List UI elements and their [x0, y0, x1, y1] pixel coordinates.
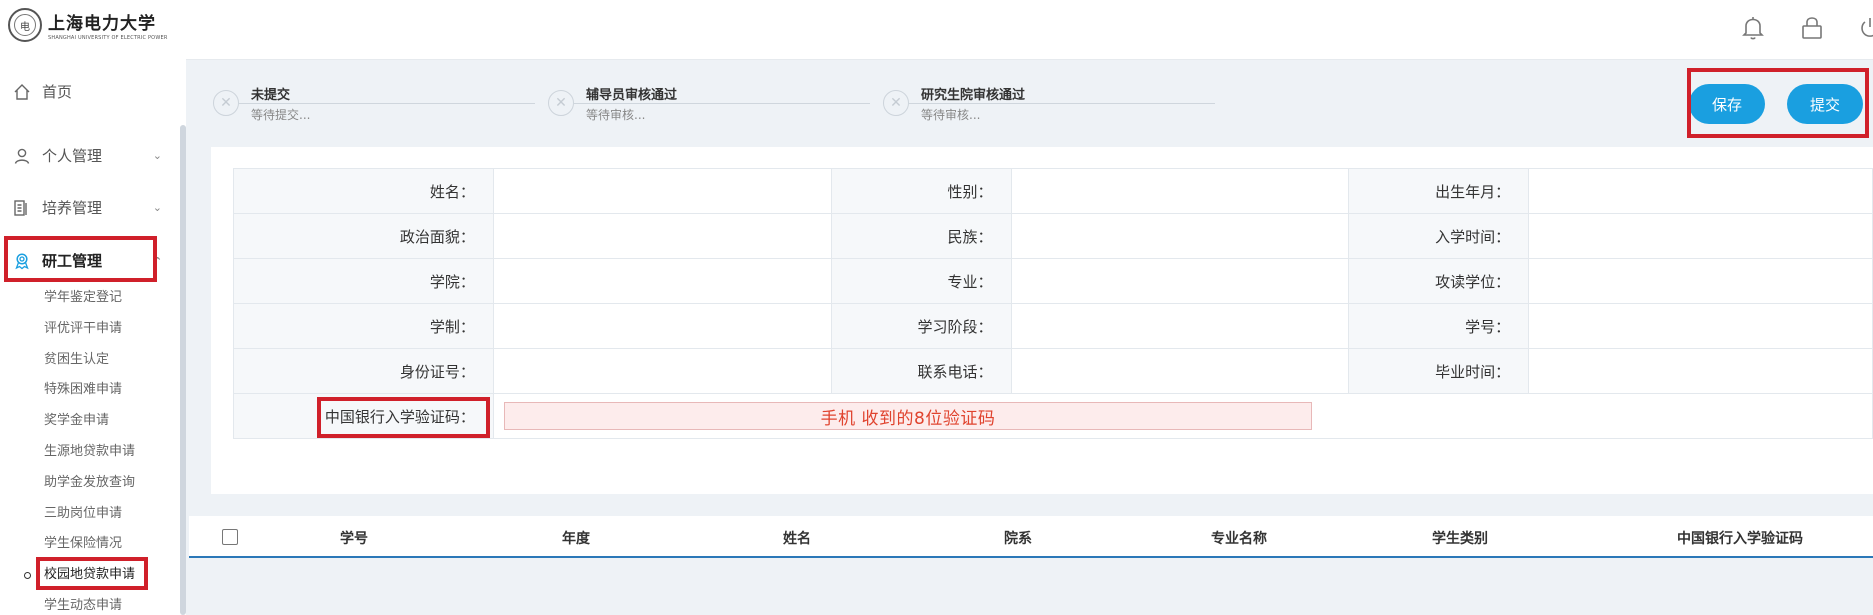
submenu-item[interactable]: 贫困生认定 [44, 350, 135, 381]
submenu-item[interactable]: 特殊困难申请 [44, 380, 135, 411]
step-connector [239, 103, 535, 104]
field-label: 性别： [830, 168, 1012, 214]
step-connector [574, 103, 870, 104]
university-name: 上海电力大学 [48, 14, 156, 34]
birth-date-field[interactable] [1528, 168, 1873, 214]
sidebar: 电 上海电力大学 SHANGHAI UNIVERSITY OF ELECTRIC… [0, 0, 186, 615]
nav-home[interactable]: 首页 [12, 81, 162, 102]
university-seal-icon: 电 [8, 8, 42, 42]
college-field[interactable] [492, 258, 832, 304]
column-header[interactable]: 姓名 [783, 528, 811, 548]
program-length-field[interactable] [492, 303, 832, 349]
submenu-item[interactable]: 奖学金申请 [44, 411, 135, 442]
submenu-item[interactable]: 助学金发放查询 [44, 473, 135, 504]
university-name-en: SHANGHAI UNIVERSITY OF ELECTRIC POWER [48, 35, 168, 41]
university-logo[interactable]: 电 上海电力大学 SHANGHAI UNIVERSITY OF ELECTRIC… [8, 8, 168, 42]
field-label: 民族： [830, 213, 1012, 259]
book-icon [12, 198, 32, 218]
step-status: 等待提交... [251, 108, 311, 122]
field-label: 出生年月： [1348, 168, 1530, 214]
study-stage-field[interactable] [1010, 303, 1350, 349]
user-icon [12, 146, 32, 166]
nav-personal-label: 个人管理 [42, 147, 103, 165]
field-label: 学习阶段： [830, 303, 1012, 349]
approval-workflow: ✕ 未提交 等待提交... ✕ 辅导员审核通过 等待审核... ✕ 研究生院审核… [186, 62, 1873, 145]
column-header[interactable]: 院系 [1004, 528, 1032, 548]
degree-field[interactable] [1528, 258, 1873, 304]
top-header [186, 0, 1873, 60]
home-icon [12, 82, 32, 102]
step-status: 等待审核... [921, 108, 981, 122]
close-circle-icon: ✕ [883, 90, 909, 116]
highlight-box-verify-label [317, 397, 490, 438]
chevron-down-icon: ⌄ [152, 201, 162, 214]
nav-personal[interactable]: 个人管理 ⌄ [12, 145, 162, 166]
bell-icon[interactable] [1739, 14, 1767, 42]
form-row: 学制： 学习阶段： 学号： [233, 303, 1873, 349]
name-field[interactable] [492, 168, 832, 214]
form-row: 政治面貌： 民族： 入学时间： [233, 213, 1873, 259]
form-row: 学院： 专业： 攻读学位： [233, 258, 1873, 304]
column-header[interactable]: 学号 [340, 528, 368, 548]
field-label: 姓名： [233, 168, 494, 214]
phone-field[interactable] [1010, 348, 1350, 394]
field-label: 入学时间： [1348, 213, 1530, 259]
field-label: 政治面貌： [233, 213, 494, 259]
field-label: 专业： [830, 258, 1012, 304]
field-label: 学制： [233, 303, 494, 349]
list-header: 学号 年度 姓名 院系 专业名称 学生类别 中国银行入学验证码 [189, 516, 1873, 558]
nav-training[interactable]: 培养管理 ⌄ [12, 197, 162, 218]
highlight-box-actions [1687, 68, 1869, 138]
form-row: 姓名： 性别： 出生年月： [233, 168, 1873, 214]
field-label: 学号： [1348, 303, 1530, 349]
submenu-item[interactable]: 学生动态申请 [44, 596, 135, 615]
column-header[interactable]: 学生类别 [1432, 528, 1488, 548]
column-header[interactable]: 专业名称 [1211, 528, 1267, 548]
chevron-down-icon: ⌄ [152, 149, 162, 162]
step-status: 等待审核... [586, 108, 646, 122]
field-label: 联系电话： [830, 348, 1012, 394]
gender-field[interactable] [1010, 168, 1350, 214]
column-header[interactable]: 年度 [562, 528, 590, 548]
highlight-box-nav [4, 236, 157, 282]
select-all-checkbox[interactable] [222, 529, 238, 545]
id-card-field[interactable] [492, 348, 832, 394]
field-label: 身份证号： [233, 348, 494, 394]
application-list: 学号 年度 姓名 院系 专业名称 学生类别 中国银行入学验证码 [189, 516, 1873, 615]
form-row: 身份证号： 联系电话： 毕业时间： [233, 348, 1873, 394]
sidebar-scrollbar[interactable] [180, 125, 186, 615]
field-label: 毕业时间： [1348, 348, 1530, 394]
submenu-item[interactable]: 评优评干申请 [44, 319, 135, 350]
column-header[interactable]: 中国银行入学验证码 [1677, 528, 1803, 548]
submenu-item[interactable]: 生源地贷款申请 [44, 442, 135, 473]
submenu-item[interactable]: 三助岗位申请 [44, 504, 135, 535]
field-label: 学院： [233, 258, 494, 304]
major-field[interactable] [1010, 258, 1350, 304]
step-connector [909, 103, 1215, 104]
close-circle-icon: ✕ [548, 90, 574, 116]
verify-code-input[interactable]: 手机 收到的8位验证码 [504, 402, 1312, 430]
highlight-box-submenu [36, 557, 148, 590]
close-circle-icon: ✕ [213, 90, 239, 116]
step-title: 未提交 [251, 88, 291, 103]
step-title: 研究生院审核通过 [921, 88, 1026, 103]
submenu-item[interactable]: 学年鉴定登记 [44, 288, 135, 319]
student-id-field[interactable] [1528, 303, 1873, 349]
lock-icon[interactable] [1798, 14, 1826, 42]
enrollment-date-field[interactable] [1528, 213, 1873, 259]
power-icon[interactable] [1856, 14, 1873, 42]
seal-char: 电 [14, 14, 36, 36]
ethnicity-field[interactable] [1010, 213, 1350, 259]
field-label: 攻读学位： [1348, 258, 1530, 304]
graduation-date-field[interactable] [1528, 348, 1873, 394]
nav-training-label: 培养管理 [42, 199, 103, 217]
nav-home-label: 首页 [42, 83, 73, 101]
step-title: 辅导员审核通过 [586, 88, 678, 103]
current-item-bullet-icon [24, 572, 31, 579]
political-status-field[interactable] [492, 213, 832, 259]
